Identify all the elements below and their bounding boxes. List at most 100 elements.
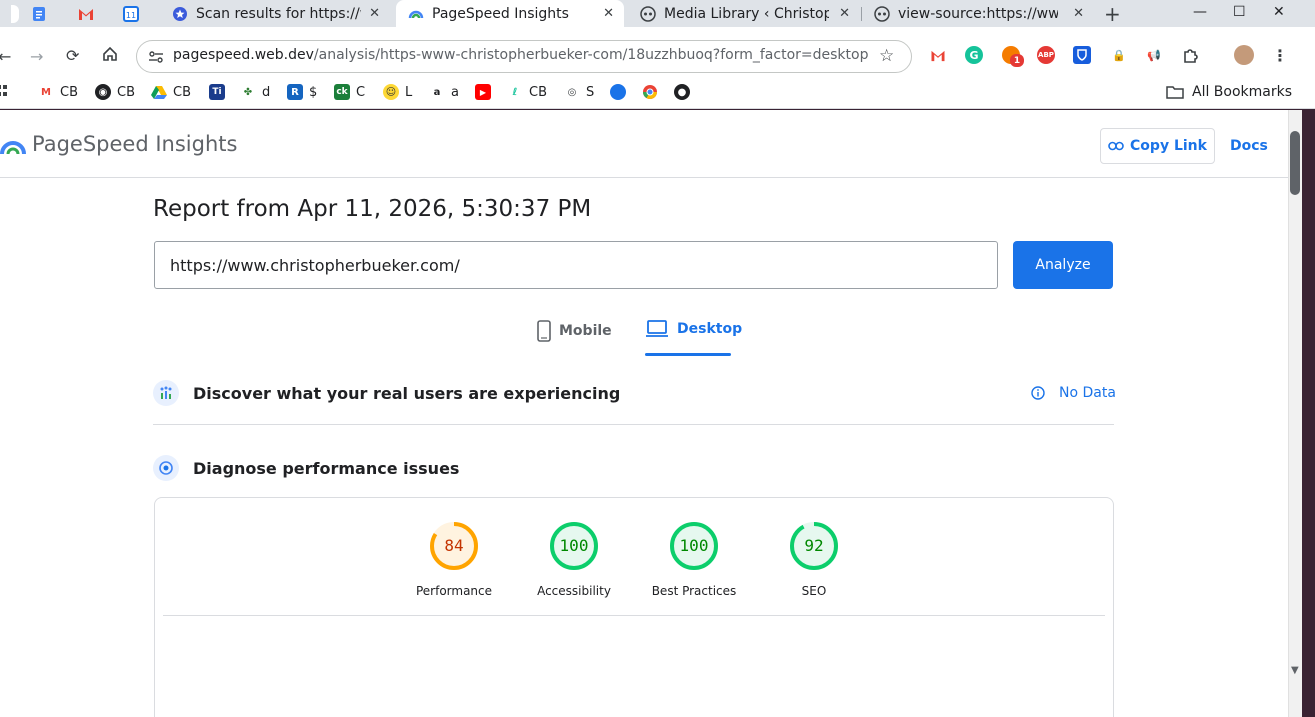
pinned-tab-gmail[interactable] <box>71 3 101 25</box>
avatar-icon: ☺ <box>383 84 399 100</box>
docs-link[interactable]: Docs <box>1230 138 1268 154</box>
scrollbar-thumb[interactable] <box>1290 131 1300 195</box>
bookmark-item[interactable]: ck C <box>334 84 365 100</box>
profile-avatar[interactable] <box>1234 45 1254 65</box>
gmail-extension-icon[interactable] <box>929 46 947 64</box>
diagnose-heading: Diagnose performance issues <box>193 458 460 478</box>
link-icon <box>1108 141 1124 151</box>
apps-grid-icon[interactable] <box>0 84 7 98</box>
bookmark-item[interactable]: ✤ d <box>240 84 270 100</box>
tab-media-library[interactable]: Media Library ‹ Christopher Bueker ✕ <box>628 0 860 27</box>
new-tab-button[interactable]: + <box>1104 2 1121 26</box>
url-path: /analysis/https-www-christopherbueker-co… <box>313 47 869 63</box>
score-value: 100 <box>680 536 709 555</box>
tab-scan-results[interactable]: Scan results for https://www.christopher… <box>160 0 390 27</box>
bookmark-item[interactable]: ☺ L <box>383 84 412 100</box>
users-chart-icon <box>153 380 179 406</box>
score-gauge-accessibility[interactable]: 100 Accessibility <box>519 520 629 598</box>
github-icon: ● <box>674 84 690 100</box>
scan-favicon <box>172 6 188 22</box>
analyze-button[interactable]: Analyze <box>1013 241 1113 289</box>
pinned-tab-calendar[interactable]: 11 <box>116 3 146 25</box>
tab-close-icon[interactable]: ✕ <box>839 6 850 21</box>
bookmark-item[interactable] <box>642 84 664 100</box>
reload-button[interactable]: ⟳ <box>66 46 79 65</box>
copy-link-button[interactable]: Copy Link <box>1100 128 1215 164</box>
site-info-icon[interactable] <box>148 49 164 68</box>
circle-app-icon <box>610 84 626 100</box>
report-title: Report from Apr 11, 2026, 5:30:37 PM <box>153 196 592 222</box>
bookmark-item[interactable]: R $ <box>287 84 317 100</box>
tab-close-icon[interactable]: ✕ <box>1073 6 1084 21</box>
selected-tab-indicator <box>645 353 731 356</box>
tab-close-icon[interactable]: ✕ <box>369 6 380 21</box>
home-button[interactable] <box>102 46 118 66</box>
browser-menu-icon[interactable]: ⋮ <box>1271 46 1289 65</box>
browser-window: 11 Scan results for https://www.christop… <box>0 0 1315 717</box>
bitwarden-extension-icon[interactable] <box>1073 46 1091 64</box>
target-icon <box>153 455 179 481</box>
globe-icon: ◉ <box>95 84 111 100</box>
tab-title: Media Library ‹ Christopher Bueker <box>664 5 829 22</box>
svg-text:11: 11 <box>126 11 136 20</box>
page-scrollbar[interactable] <box>1288 110 1302 717</box>
bookmark-item[interactable]: aa <box>429 84 459 100</box>
real-users-section[interactable]: Discover what your real users are experi… <box>153 380 1113 406</box>
bookmark-item[interactable]: ℓ CB <box>507 84 547 100</box>
score-gauge-best-practices[interactable]: 100 Best Practices <box>639 520 749 598</box>
view-source-favicon <box>874 5 890 22</box>
bookmark-star-icon[interactable]: ☆ <box>879 46 894 66</box>
tab-mobile[interactable]: Mobile <box>537 320 612 342</box>
bookmark-item[interactable]: ▶ <box>475 84 497 100</box>
tab-close-icon[interactable]: ✕ <box>603 6 614 21</box>
bookmark-item[interactable]: Ti <box>209 84 231 100</box>
lock-extension-icon[interactable]: 🔒 <box>1110 46 1128 64</box>
page-content: PageSpeed Insights Copy Link Docs Report… <box>0 110 1288 717</box>
scroll-down-arrow-icon[interactable]: ▼ <box>1291 665 1299 676</box>
google-drive-icon <box>151 84 167 100</box>
tab-title: view-source:https://www.christopherbueke… <box>898 5 1058 22</box>
scores-card <box>154 497 1114 717</box>
score-gauge-performance[interactable]: 84 Performance <box>399 520 509 598</box>
tab-pagespeed[interactable]: PageSpeed Insights ✕ <box>396 0 624 27</box>
megaphone-extension-icon[interactable]: 📢 <box>1145 46 1163 64</box>
bookmark-item[interactable] <box>610 84 632 100</box>
info-icon <box>1031 386 1045 400</box>
score-value: 84 <box>444 536 463 555</box>
minimize-button[interactable]: — <box>1193 4 1207 20</box>
pagespeed-logo-icon <box>0 134 26 160</box>
adblock-extension-icon[interactable]: ABP <box>1037 46 1055 64</box>
no-data-status[interactable]: No Data <box>1031 385 1116 401</box>
tab-desktop[interactable]: Desktop <box>645 320 742 338</box>
grammarly-extension-icon[interactable]: G <box>965 46 983 64</box>
bookmark-item[interactable]: ● <box>674 84 696 100</box>
close-window-button[interactable]: ✕ <box>1273 4 1285 20</box>
url-host: pagespeed.web.dev <box>173 47 314 63</box>
forward-button[interactable]: → <box>30 47 43 66</box>
score-ring: 100 <box>670 522 718 570</box>
shortcut-icon: Ti <box>209 84 225 100</box>
bookmark-item[interactable]: ◎ S <box>564 84 595 100</box>
url-input[interactable] <box>154 241 998 289</box>
amazon-icon: a <box>433 86 441 98</box>
score-gauge-seo[interactable]: 92 SEO <box>759 520 869 598</box>
bookmark-item[interactable]: ◉ CB <box>95 84 135 100</box>
tab-view-source[interactable]: view-source:https://www.christopherbueke… <box>862 0 1094 27</box>
maximize-button[interactable]: ☐ <box>1233 4 1246 20</box>
score-label: Accessibility <box>537 584 611 598</box>
ck-icon: ck <box>334 84 350 100</box>
gmail-icon <box>79 9 93 20</box>
bookmark-item[interactable]: CB <box>151 84 191 100</box>
score-ring: 92 <box>790 522 838 570</box>
mobile-phone-icon <box>537 320 551 342</box>
all-bookmarks[interactable]: All Bookmarks <box>1166 84 1292 100</box>
score-value: 92 <box>804 536 823 555</box>
product-name: PageSpeed Insights <box>32 132 238 156</box>
address-url[interactable]: pagespeed.web.dev/analysis/https-www-chr… <box>173 47 868 63</box>
notification-extension-icon[interactable]: 1 <box>1002 46 1024 67</box>
pinned-tab-docs[interactable] <box>24 3 54 25</box>
back-button[interactable]: ← <box>0 47 11 66</box>
extensions-puzzle-icon[interactable] <box>1181 46 1199 64</box>
diagnose-section: Diagnose performance issues <box>153 455 1113 481</box>
bookmark-item[interactable]: M CB <box>38 84 78 100</box>
